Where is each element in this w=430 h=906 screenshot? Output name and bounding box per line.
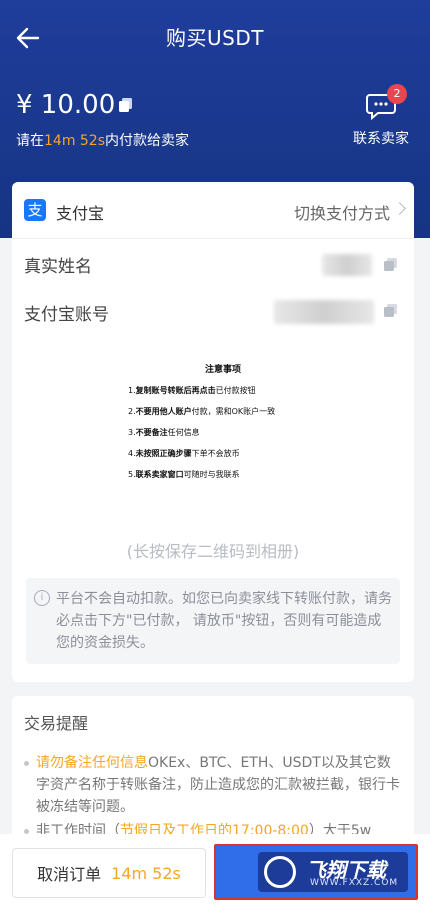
switch-payment-method[interactable]: 切换支付方式 [294, 200, 390, 224]
account-value-blurred [274, 300, 374, 324]
chevron-right-icon [393, 202, 406, 215]
chat-icon: 2 [365, 84, 407, 121]
notice-item: 2.不要用他人账户付款，需和OK账户一致 [128, 407, 276, 416]
order-price: ¥ 10.00 [16, 90, 116, 120]
account-label: 支付宝账号 [24, 305, 109, 325]
copy-icon[interactable] [118, 97, 134, 113]
warning-text: 平台不会自动扣款。如您已向卖家线下转账付款，请务必点击下方"已付款， 请放币"按… [56, 591, 392, 651]
copy-name-icon[interactable] [384, 258, 398, 272]
notice-item: 4.未按照正确步骤下单不会放币 [128, 449, 240, 458]
save-qr-hint: (长按保存二维码到相册) [126, 542, 300, 561]
warning-box: i 平台不会自动扣款。如您已向卖家线下转账付款，请务必点击下方"已付款， 请放币… [26, 578, 400, 664]
notice-item: 3.不要备注任何信息 [128, 428, 200, 437]
countdown-time: 14m 52s [44, 133, 106, 149]
cancel-order-button[interactable]: 取消订单 14m 52s [12, 848, 206, 898]
page-title: 购买USDT [166, 26, 264, 50]
payment-method-name: 支付宝 [56, 204, 105, 223]
payment-method-row[interactable]: 支 支付宝 切换支付方式 [12, 182, 414, 239]
payment-card: 支 支付宝 切换支付方式 真实姓名 支付宝账号 注意事项 1.复制账号转账后再点… [12, 182, 414, 682]
notice-item: 5.联系卖家窗口可随时与我联系 [128, 470, 240, 479]
watermark-logo-icon [264, 856, 296, 888]
bottom-action-bar: 取消订单 14m 52s 飞翔下载 WWW.FXXZ.COM [0, 834, 430, 906]
notice-item: 1.复制账号转账后再点击已付款按钮 [128, 386, 256, 395]
unread-badge: 2 [387, 84, 407, 104]
trade-tips-title: 交易提醒 [24, 714, 89, 733]
watermark: 飞翔下载 WWW.FXXZ.COM [258, 852, 408, 892]
watermark-url: WWW.FXXZ.COM [310, 878, 399, 888]
payment-countdown-tip: 请在14m 52s内付款给卖家 [16, 133, 190, 149]
copy-account-icon[interactable] [384, 304, 398, 318]
list-item: 请勿备注任何信息OKEx、BTC、ETH、USDT以及其它数字资产名称于转账备注… [24, 752, 402, 818]
cancel-order-label: 取消订单 [37, 865, 102, 884]
contact-seller-label: 联系卖家 [353, 131, 409, 147]
trade-tips-card: 交易提醒 请勿备注任何信息OKEx、BTC、ETH、USDT以及其它数字资产名称… [12, 696, 414, 856]
real-name-label: 真实姓名 [24, 257, 92, 277]
paid-button[interactable]: 飞翔下载 WWW.FXXZ.COM [214, 844, 418, 900]
info-icon: i [34, 590, 50, 606]
contact-seller-button[interactable]: 2 联系卖家 [346, 84, 416, 148]
trade-tips-list: 请勿备注任何信息OKEx、BTC、ETH、USDT以及其它数字资产名称于转账备注… [24, 752, 402, 844]
cancel-countdown: 14m 52s [111, 863, 181, 883]
real-name-value-blurred [322, 254, 372, 276]
alipay-icon: 支 [24, 199, 46, 221]
notice-title: 注意事项 [204, 365, 241, 375]
qr-code-notice-image[interactable]: 注意事项 1.复制账号转账后再点击已付款按钮 2.不要用他人账户付款，需和OK账… [128, 362, 318, 490]
